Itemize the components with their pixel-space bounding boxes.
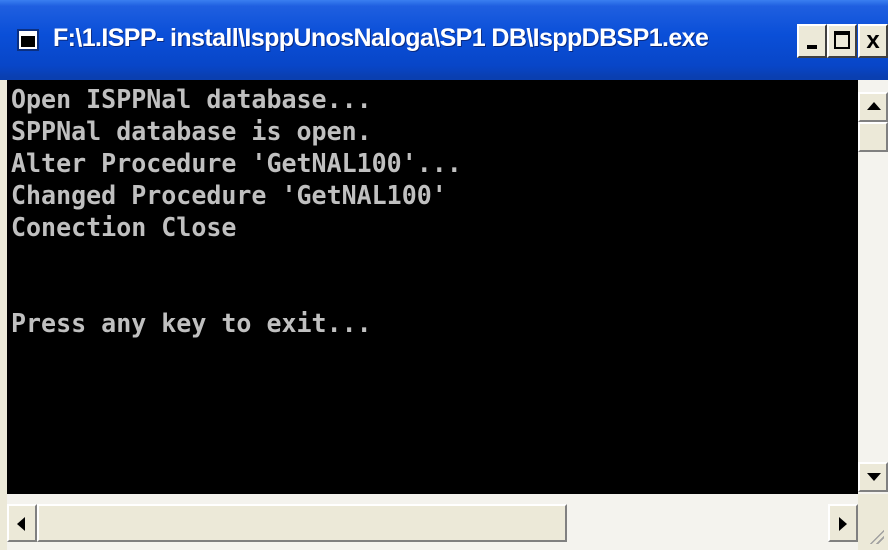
console-window-icon[interactable] bbox=[17, 29, 39, 51]
resize-grip[interactable] bbox=[858, 494, 888, 550]
window-title: F:\1.ISPP- install\IsppUnosNaloga\SP1 DB… bbox=[53, 24, 709, 52]
horizontal-scrollbar[interactable] bbox=[7, 494, 858, 550]
arrow-left-icon bbox=[17, 517, 25, 531]
close-button[interactable]: x bbox=[858, 24, 888, 58]
horizontal-scroll-thumb[interactable] bbox=[37, 504, 567, 542]
scroll-up-button[interactable] bbox=[858, 92, 888, 122]
console-line: SPPNal database is open. bbox=[11, 117, 372, 147]
console-output[interactable]: Open ISPPNal database... SPPNal database… bbox=[7, 80, 858, 494]
console-window: F:\1.ISPP- install\IsppUnosNaloga\SP1 DB… bbox=[0, 0, 888, 550]
title-bar[interactable]: F:\1.ISPP- install\IsppUnosNaloga\SP1 DB… bbox=[0, 0, 888, 80]
console-line: Changed Procedure 'GetNAL100' bbox=[11, 181, 447, 211]
minimize-icon bbox=[807, 45, 817, 49]
console-line: Alter Procedure 'GetNAL100'... bbox=[11, 149, 462, 179]
scroll-left-button[interactable] bbox=[7, 504, 37, 542]
vertical-scroll-thumb[interactable] bbox=[858, 122, 888, 152]
close-icon: x bbox=[866, 27, 880, 54]
arrow-up-icon bbox=[867, 102, 881, 110]
maximize-button[interactable] bbox=[827, 24, 857, 58]
arrow-down-icon bbox=[867, 473, 881, 481]
vertical-scrollbar[interactable] bbox=[858, 80, 888, 494]
console-line: Open ISPPNal database... bbox=[11, 85, 372, 115]
scroll-right-button[interactable] bbox=[828, 504, 858, 542]
arrow-right-icon bbox=[839, 517, 847, 531]
console-line: Conection Close bbox=[11, 213, 237, 243]
scroll-down-button[interactable] bbox=[858, 462, 888, 492]
minimize-button[interactable] bbox=[797, 24, 827, 58]
console-prompt: Press any key to exit... bbox=[11, 309, 372, 339]
maximize-icon bbox=[834, 31, 850, 49]
